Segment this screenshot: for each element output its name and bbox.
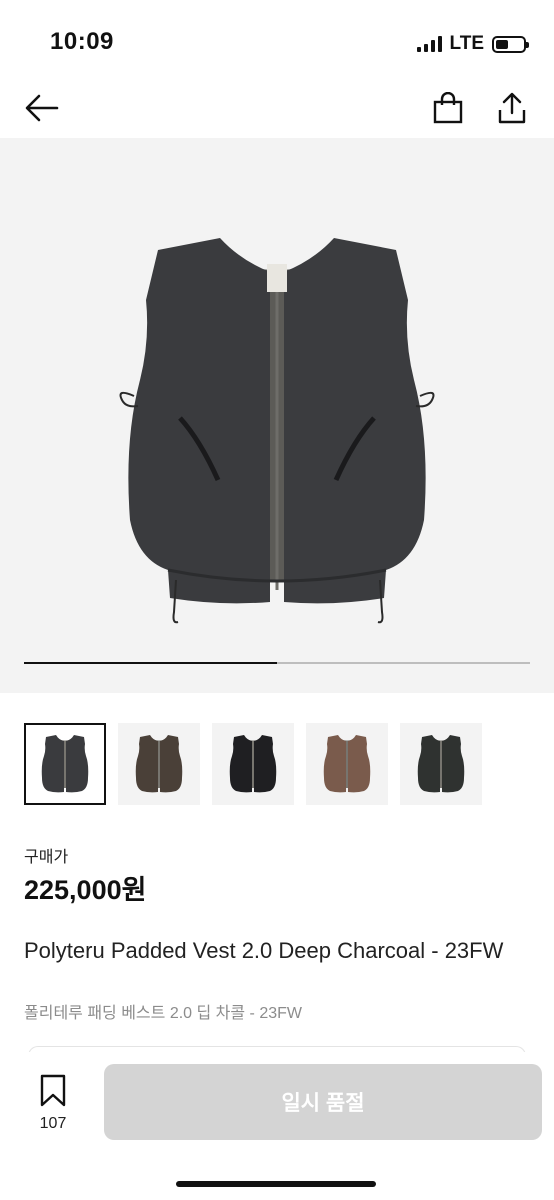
status-time: 10:09 <box>50 28 114 55</box>
signal-icon <box>416 36 442 52</box>
nav-bar <box>0 80 554 138</box>
product-image-gallery[interactable] <box>0 138 554 693</box>
thumbnail-4[interactable] <box>306 723 388 805</box>
shopping-bag-icon <box>433 92 463 124</box>
vest-thumbnail-image <box>417 735 465 793</box>
bookmark-count: 107 <box>39 1115 67 1132</box>
battery-level <box>496 39 508 49</box>
share-button[interactable] <box>490 86 534 130</box>
vest-product-image <box>119 238 435 624</box>
price-label: 구매가 <box>24 849 69 866</box>
network-type: LTE <box>449 33 484 54</box>
product-title: Polyteru Padded Vest 2.0 Deep Charcoal -… <box>24 938 504 963</box>
shopping-bag-button[interactable] <box>426 86 470 130</box>
thumbnail-3[interactable] <box>212 723 294 805</box>
vest-thumbnail-image <box>135 735 183 793</box>
back-button[interactable] <box>20 86 64 130</box>
price-value: 225,000원 <box>24 875 147 905</box>
thumbnail-5[interactable] <box>400 723 482 805</box>
gallery-progress-fill <box>24 662 277 664</box>
share-icon <box>498 92 526 124</box>
thumbnail-2[interactable] <box>118 723 200 805</box>
vest-thumbnail-image <box>41 735 89 793</box>
vest-thumbnail-image <box>323 735 371 793</box>
sold-out-button[interactable]: 일시 품절 <box>104 1064 542 1140</box>
status-indicators: LTE <box>416 33 529 55</box>
thumbnail-list <box>24 723 482 805</box>
gallery-progress-bar <box>24 662 530 664</box>
arrow-left-icon <box>25 94 59 122</box>
bottom-action-bar: 107 일시 품절 <box>0 1052 554 1200</box>
battery-icon <box>492 35 529 53</box>
bookmark-button[interactable]: 107 <box>30 1074 76 1133</box>
bookmark-icon <box>40 1074 66 1107</box>
status-bar: 10:09 LTE <box>0 0 554 80</box>
home-indicator <box>176 1181 376 1187</box>
product-subtitle-korean: 폴리테루 패딩 베스트 2.0 딥 차콜 - 23FW <box>24 1005 302 1022</box>
thumbnail-1[interactable] <box>24 723 106 805</box>
vest-thumbnail-image <box>229 735 277 793</box>
product-page: 10:09 LTE 구매가 225,000원 Polyteru Padded V… <box>0 0 554 1200</box>
